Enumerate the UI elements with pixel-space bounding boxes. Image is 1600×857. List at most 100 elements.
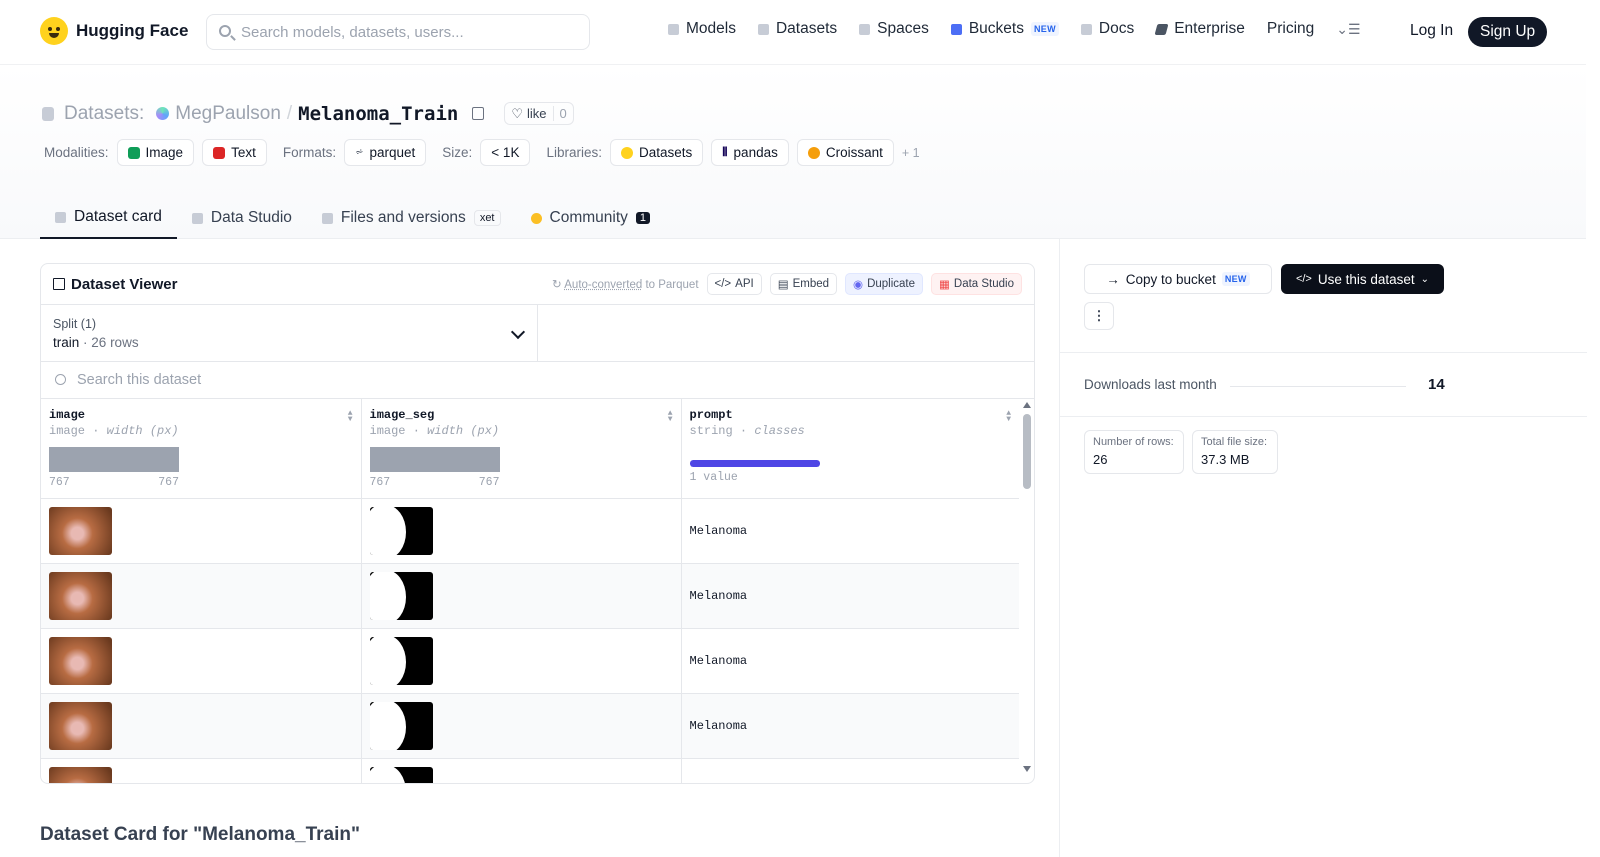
lesion-image[interactable] xyxy=(49,702,112,750)
table-row[interactable]: Melanoma xyxy=(41,563,1019,629)
histogram-range: 767 767 xyxy=(49,476,179,489)
more-options-button[interactable]: ⋮ xyxy=(1084,302,1114,330)
image-cell[interactable] xyxy=(41,693,362,759)
duplicate-button[interactable]: ◉ Duplicate xyxy=(845,273,924,295)
prompt-cell[interactable]: Melanoma xyxy=(681,563,1019,629)
size-label: Size: xyxy=(442,145,473,160)
nav-spaces[interactable]: Spaces xyxy=(859,20,929,38)
logo[interactable]: Hugging Face xyxy=(40,17,188,45)
lesion-image[interactable] xyxy=(49,507,112,555)
dataset-search-input[interactable]: Search this dataset xyxy=(41,362,1034,399)
tab-files[interactable]: Files and versions xet xyxy=(307,197,516,239)
copy-to-bucket-button[interactable]: → Copy to bucket NEW xyxy=(1084,264,1272,294)
segmentation-mask-image[interactable] xyxy=(369,507,433,555)
modality-image-chip[interactable]: Image xyxy=(116,139,195,166)
lesion-image[interactable] xyxy=(49,637,112,685)
library-croissant-chip[interactable]: Croissant xyxy=(796,139,894,166)
column-header-prompt[interactable]: prompt string · classes ▲ ▼ 1 value xyxy=(681,399,1019,499)
table-scrollbar[interactable] xyxy=(1023,402,1031,772)
search-input[interactable]: Search models, datasets, users... xyxy=(206,14,590,50)
class-bar-fill xyxy=(689,460,820,467)
sort-icon[interactable]: ▲ ▼ xyxy=(348,410,353,424)
nav-more-menu[interactable]: ⌄☰ xyxy=(1336,21,1360,38)
nav-pricing[interactable]: Pricing xyxy=(1267,20,1314,38)
nav-enterprise[interactable]: Enterprise xyxy=(1154,20,1245,38)
sort-icon[interactable]: ▲ ▼ xyxy=(1006,410,1011,424)
owner-link[interactable]: MegPaulson xyxy=(175,103,281,125)
size-chip[interactable]: < 1K xyxy=(480,139,531,166)
duplicate-icon: ◉ xyxy=(853,279,864,291)
embed-button[interactable]: ▤ Embed xyxy=(769,273,838,295)
tab-community[interactable]: Community 1 xyxy=(516,197,666,239)
nav-datasets[interactable]: Datasets xyxy=(757,20,838,38)
image-seg-cell[interactable] xyxy=(361,693,682,759)
column-type: image · width (px) xyxy=(369,424,500,438)
repo-title: Datasets: MegPaulson / Melanoma_Train ♡ l… xyxy=(42,102,574,125)
nav-models[interactable]: Models xyxy=(668,20,736,38)
image-seg-cell[interactable] xyxy=(361,498,682,564)
scroll-up-arrow-icon[interactable] xyxy=(1023,402,1031,408)
prompt-cell[interactable]: Melanoma xyxy=(681,693,1019,759)
segmentation-mask-image[interactable] xyxy=(369,767,433,783)
image-cell[interactable] xyxy=(41,758,362,783)
nav-datasets-label: Datasets xyxy=(775,20,838,37)
api-button[interactable]: </> API xyxy=(706,273,762,295)
image-icon xyxy=(127,146,140,159)
repo-name[interactable]: Melanoma_Train xyxy=(298,103,458,125)
column-type: string · classes xyxy=(689,424,805,438)
xet-badge: xet xyxy=(473,210,501,226)
library-datasets-chip[interactable]: Datasets xyxy=(609,139,704,166)
prompt-cell[interactable]: Melanoma xyxy=(681,498,1019,564)
chevron-down-icon: ⌄ xyxy=(1420,273,1430,285)
scrollbar-thumb[interactable] xyxy=(1023,414,1031,489)
tab-data-studio[interactable]: Data Studio xyxy=(177,197,307,239)
prompt-cell[interactable] xyxy=(681,758,1019,783)
lesion-image[interactable] xyxy=(49,572,112,620)
nav-buckets[interactable]: Buckets NEW xyxy=(950,20,1059,38)
tab-dataset-card[interactable]: Dataset card xyxy=(40,197,177,239)
nav-docs[interactable]: Docs xyxy=(1080,20,1134,38)
database-icon xyxy=(42,106,54,121)
use-dataset-button[interactable]: </> Use this dataset ⌄ xyxy=(1281,264,1444,294)
column-header-image[interactable]: image image · width (px) ▲ ▼ 767 767 xyxy=(41,399,362,499)
segmentation-mask-image[interactable] xyxy=(369,637,433,685)
image-cell[interactable] xyxy=(41,563,362,629)
table-row[interactable] xyxy=(41,758,1019,783)
class-distribution-bar[interactable] xyxy=(689,460,820,467)
image-seg-cell[interactable] xyxy=(361,758,682,783)
downloads-value: 14 xyxy=(1428,376,1445,393)
split-dropdown[interactable]: Split (1) train · 26 rows xyxy=(41,305,538,361)
table-row[interactable]: Melanoma xyxy=(41,628,1019,694)
column-header-image-seg[interactable]: image_seg image · width (px) ▲ ▼ 767 767 xyxy=(361,399,682,499)
owner-avatar xyxy=(156,107,170,120)
hf-icon xyxy=(620,146,633,159)
library-pandas-chip[interactable]: ⦀ pandas xyxy=(711,139,789,166)
signup-button[interactable]: Sign Up xyxy=(1468,17,1548,47)
width-histogram-bar[interactable] xyxy=(49,447,179,472)
scroll-down-arrow-icon[interactable] xyxy=(1023,766,1031,772)
section-label[interactable]: Datasets: xyxy=(64,103,144,125)
segmentation-mask-image[interactable] xyxy=(369,572,433,620)
data-studio-button[interactable]: ▦ Data Studio xyxy=(931,273,1022,295)
login-link[interactable]: Log In xyxy=(1410,22,1453,40)
more-libraries[interactable]: + 1 xyxy=(902,146,920,160)
like-button[interactable]: ♡ like 0 xyxy=(504,102,574,125)
lesion-image[interactable] xyxy=(49,767,112,783)
image-cell[interactable] xyxy=(41,628,362,694)
auto-converted-link[interactable]: Auto-converted xyxy=(564,279,642,291)
sort-icon[interactable]: ▲ ▼ xyxy=(668,410,673,424)
format-chip[interactable]: ⩫ parquet xyxy=(344,139,427,166)
segmentation-mask-image[interactable] xyxy=(369,702,433,750)
copy-bucket-label: Copy to bucket xyxy=(1125,271,1216,287)
prompt-cell[interactable]: Melanoma xyxy=(681,628,1019,694)
image-seg-cell[interactable] xyxy=(361,563,682,629)
table-row[interactable]: Melanoma xyxy=(41,693,1019,759)
copy-icon[interactable] xyxy=(472,107,485,120)
image-seg-cell[interactable] xyxy=(361,628,682,694)
width-histogram-bar[interactable] xyxy=(369,447,500,472)
image-cell[interactable] xyxy=(41,498,362,564)
nav-enterprise-label: Enterprise xyxy=(1174,20,1245,37)
table-row[interactable]: Melanoma xyxy=(41,498,1019,564)
split-value: train · 26 rows xyxy=(53,335,525,350)
modality-text-chip[interactable]: Text xyxy=(202,139,267,166)
